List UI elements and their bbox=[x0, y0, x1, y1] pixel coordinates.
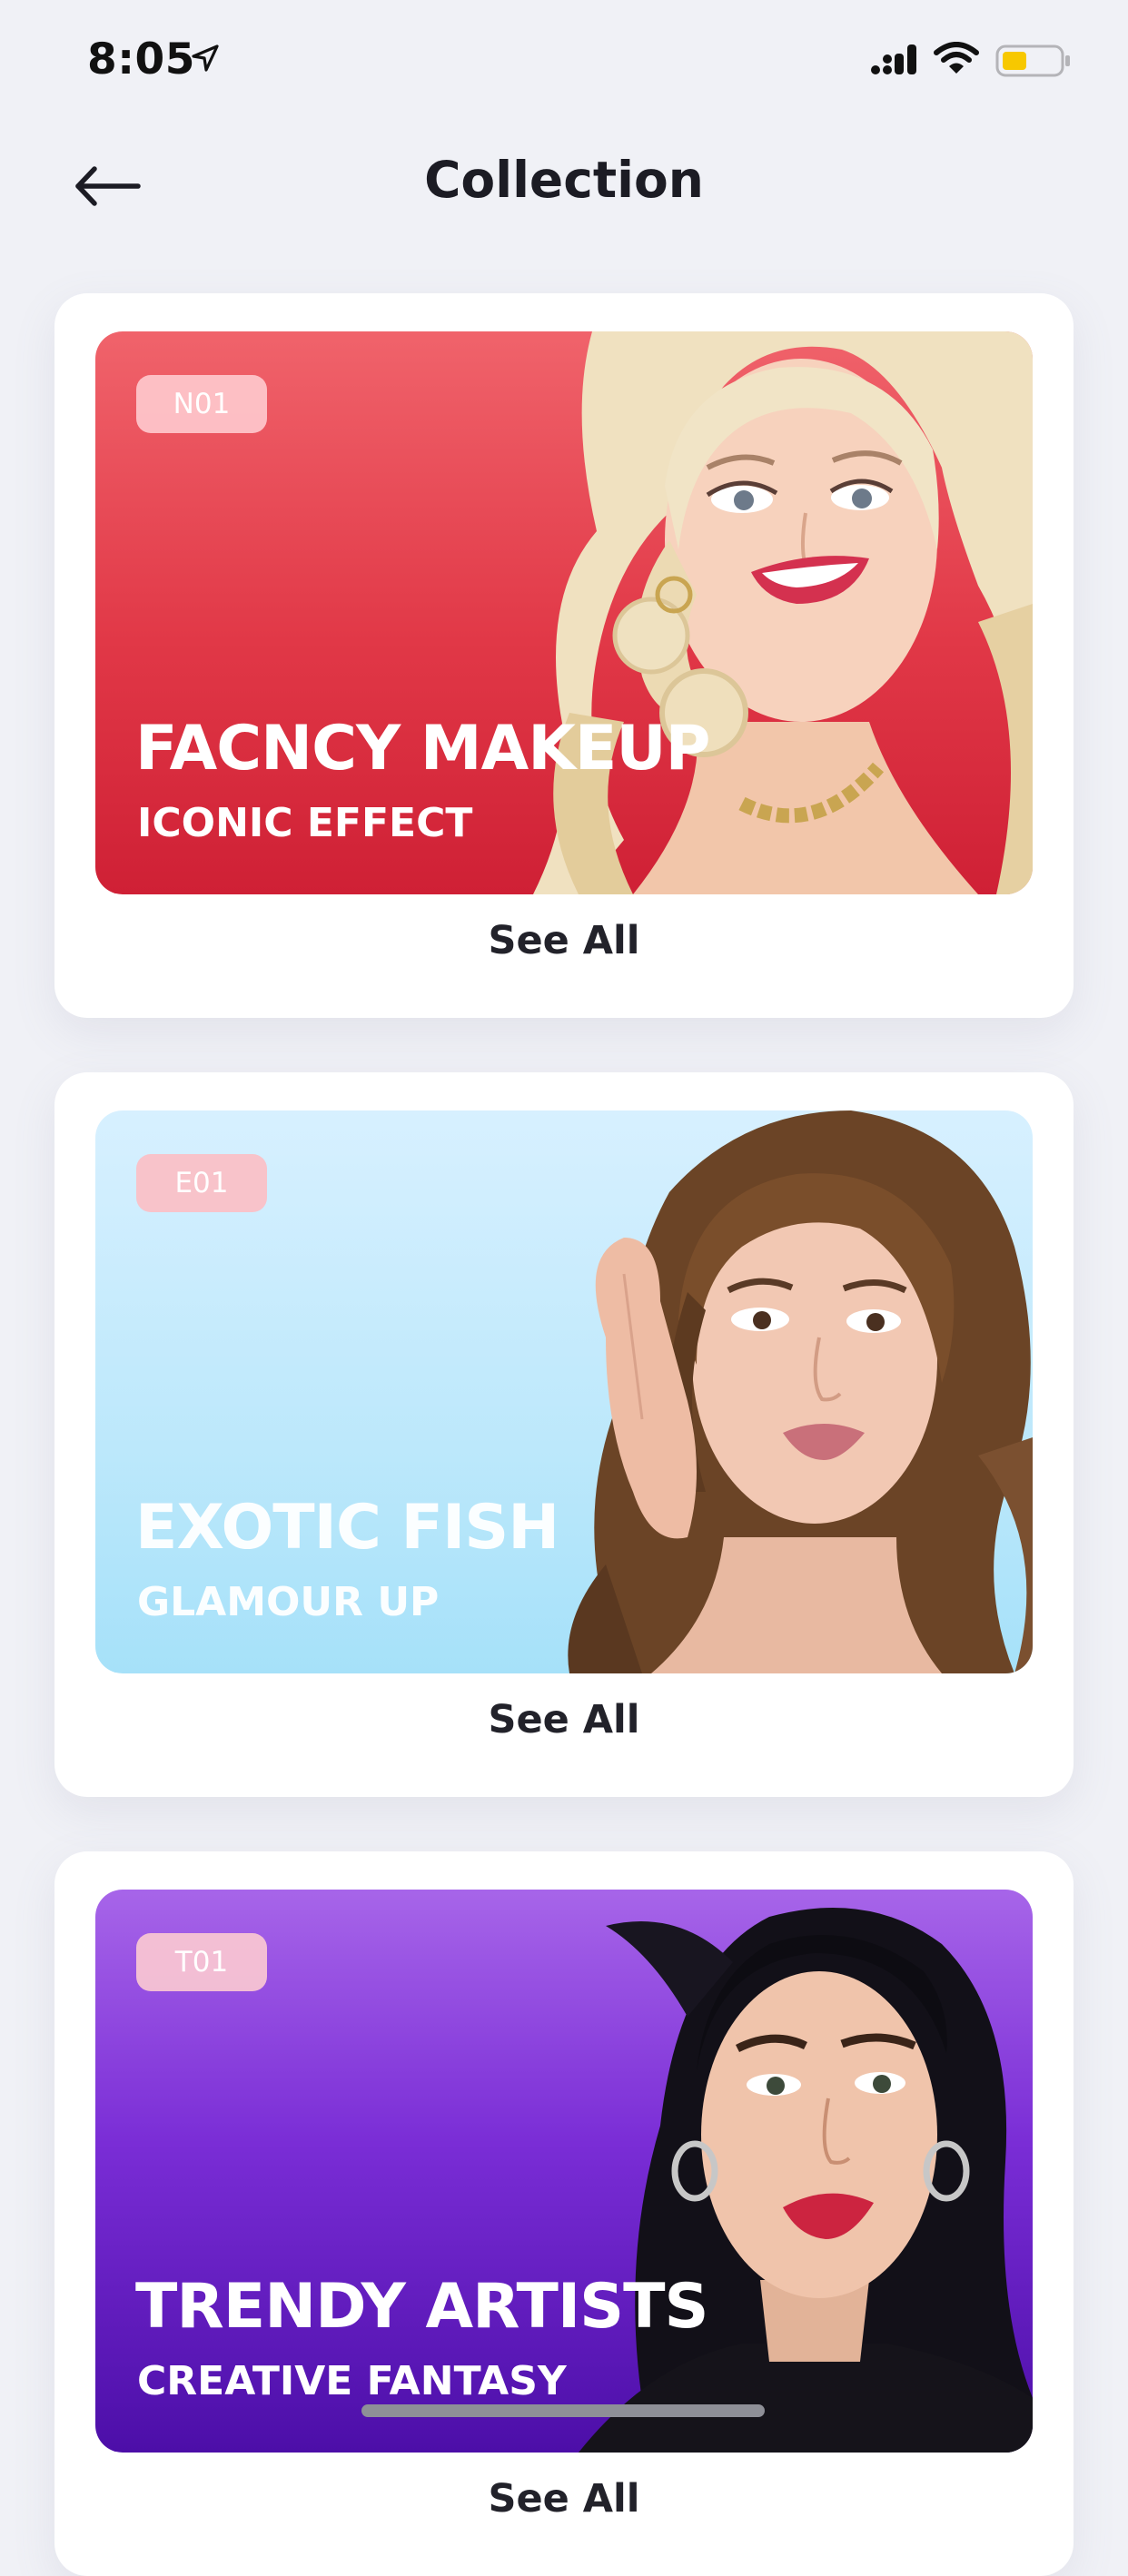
collection-code-badge: T01 bbox=[136, 1933, 267, 1991]
page-title: Collection bbox=[424, 151, 704, 209]
collection-banner-fancy-makeup[interactable]: N01 FACNCY MAKEUP ICONIC EFFECT bbox=[95, 331, 1033, 894]
signal-icon bbox=[871, 44, 916, 74]
collection-card-trendy-artists: T01 TRENDY ARTISTS CREATIVE FANTASY See … bbox=[54, 1851, 1074, 2576]
collection-title: EXOTIC FISH bbox=[135, 1492, 559, 1564]
collection-title: TRENDY ARTISTS bbox=[135, 2271, 708, 2343]
battery-icon bbox=[995, 44, 1070, 77]
model-portrait-image bbox=[568, 1110, 1033, 1673]
collection-subtitle: ICONIC EFFECT bbox=[137, 800, 473, 846]
status-time: 8:05 bbox=[87, 35, 195, 84]
collection-banner-exotic-fish[interactable]: E01 EXOTIC FISH GLAMOUR UP bbox=[95, 1110, 1033, 1673]
status-bar: 8:05 bbox=[0, 0, 1128, 127]
model-portrait-image bbox=[533, 331, 1033, 894]
see-all-button[interactable]: See All bbox=[54, 2476, 1074, 2522]
see-all-button[interactable]: See All bbox=[54, 918, 1074, 963]
wifi-icon bbox=[934, 42, 979, 74]
collection-subtitle: GLAMOUR UP bbox=[137, 1579, 440, 1625]
collection-subtitle: CREATIVE FANTASY bbox=[137, 2358, 567, 2404]
collection-card-fancy-makeup: N01 FACNCY MAKEUP ICONIC EFFECT See All bbox=[54, 293, 1074, 1018]
home-indicator[interactable] bbox=[361, 2404, 765, 2417]
location-arrow-icon bbox=[192, 44, 219, 72]
collection-code-badge: E01 bbox=[136, 1154, 267, 1212]
collection-banner-trendy-artists[interactable]: T01 TRENDY ARTISTS CREATIVE FANTASY bbox=[95, 1890, 1033, 2453]
see-all-button[interactable]: See All bbox=[54, 1697, 1074, 1742]
collection-title: FACNCY MAKEUP bbox=[135, 713, 710, 785]
collection-code-badge: N01 bbox=[136, 375, 267, 433]
collection-card-exotic-fish: E01 EXOTIC FISH GLAMOUR UP See All bbox=[54, 1072, 1074, 1797]
